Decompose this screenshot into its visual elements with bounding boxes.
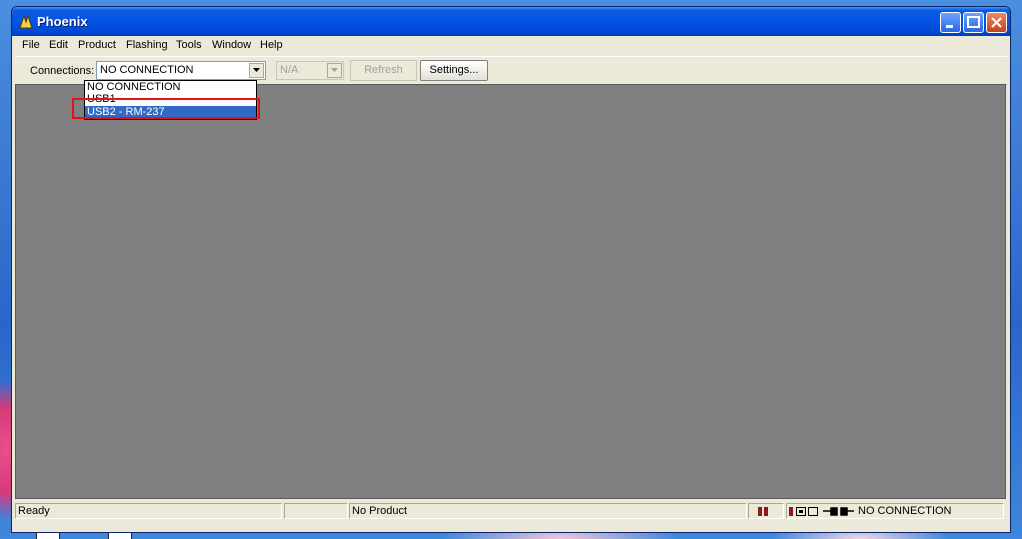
dropdown-arrow-icon xyxy=(253,68,260,72)
close-button[interactable] xyxy=(986,12,1007,33)
status-ready: Ready xyxy=(15,503,282,519)
connections-label: Connections: xyxy=(30,65,95,77)
highlight-annotation-box xyxy=(72,98,260,119)
status-connection-text: NO CONNECTION xyxy=(858,505,952,517)
port-icon xyxy=(796,507,818,516)
product-dropdown-button xyxy=(327,63,342,78)
dropdown-option-no-connection[interactable]: NO CONNECTION xyxy=(85,81,256,93)
phoenix-app-icon xyxy=(19,14,33,29)
menu-edit[interactable]: Edit xyxy=(49,39,68,51)
refresh-button: Refresh xyxy=(350,60,417,81)
product-select: N/A xyxy=(276,61,344,80)
minimize-icon xyxy=(946,25,953,28)
connections-dropdown-button[interactable] xyxy=(249,63,264,78)
maximize-icon xyxy=(967,16,980,28)
menu-help[interactable]: Help xyxy=(260,39,283,51)
menu-window[interactable]: Window xyxy=(212,39,251,51)
connection-plug-icon xyxy=(823,507,854,516)
maximize-button[interactable] xyxy=(963,12,984,33)
menu-tools[interactable]: Tools xyxy=(176,39,202,51)
status-indicator xyxy=(748,503,784,519)
indicator-bar xyxy=(764,507,768,516)
minimize-button[interactable] xyxy=(940,12,961,33)
workspace-area xyxy=(15,84,1006,499)
status-connection: NO CONNECTION xyxy=(786,503,1004,519)
menu-file[interactable]: File xyxy=(22,39,40,51)
connections-select[interactable]: NO CONNECTION xyxy=(96,61,266,80)
title-bar[interactable]: Phoenix xyxy=(12,7,1010,36)
close-icon xyxy=(991,17,1002,28)
indicator-bar xyxy=(789,507,793,516)
product-select-value: N/A xyxy=(280,64,299,76)
settings-button[interactable]: Settings... xyxy=(420,60,488,81)
connections-select-value: NO CONNECTION xyxy=(100,64,194,76)
window-title: Phoenix xyxy=(37,14,88,29)
menu-product[interactable]: Product xyxy=(78,39,116,51)
dropdown-arrow-icon xyxy=(331,68,338,72)
menu-bar: File Edit Product Flashing Tools Window … xyxy=(15,36,1007,55)
status-bar: Ready No Product NO CONNECTION xyxy=(15,503,1007,519)
status-product: No Product xyxy=(349,503,747,519)
indicator-bar xyxy=(758,507,762,516)
status-empty-cell xyxy=(284,503,348,519)
menu-flashing[interactable]: Flashing xyxy=(126,39,168,51)
